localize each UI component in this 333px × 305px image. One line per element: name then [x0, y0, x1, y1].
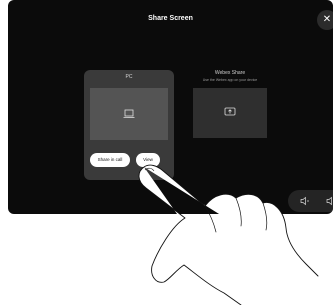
pointing-hand-illustration — [138, 164, 319, 305]
